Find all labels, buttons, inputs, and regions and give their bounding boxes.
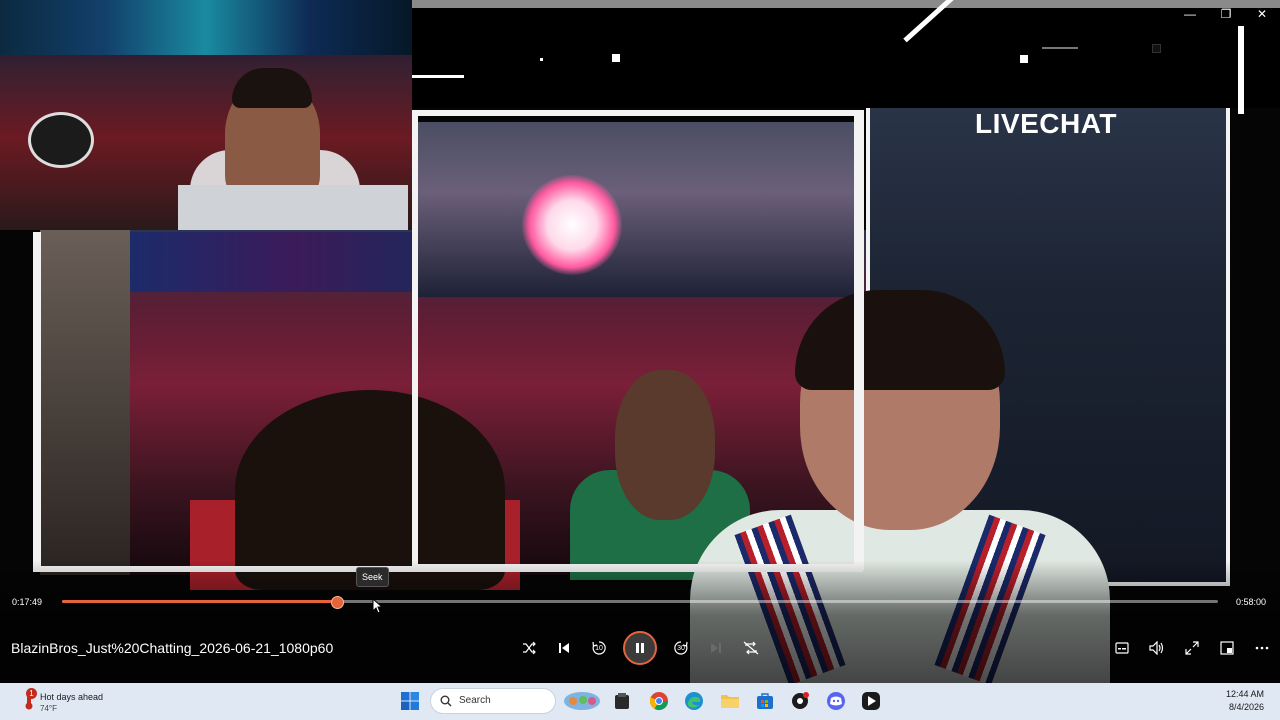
skip-back-button[interactable]: 10 [587, 636, 611, 660]
livechat-title: LIVECHAT [975, 108, 1117, 139]
overlay-dot [1020, 55, 1028, 63]
current-time: 0:17:49 [12, 597, 43, 607]
seek-bar[interactable] [62, 596, 1218, 609]
streamer-webcam [0, 0, 412, 230]
repeat-button[interactable] [739, 636, 763, 660]
seek-tooltip: Seek [356, 567, 389, 587]
game-app-icon [564, 692, 600, 710]
miniplayer-icon [1220, 641, 1234, 655]
chrome-icon [650, 692, 668, 711]
streamer-monitor [178, 185, 408, 230]
search-icon [440, 695, 452, 707]
edge-icon [685, 692, 703, 710]
file-app-icon [615, 693, 629, 709]
skip-forward-label: 30 [677, 644, 685, 652]
overlay-line [540, 58, 543, 61]
overlay-dot [612, 54, 620, 62]
hub-logo [28, 112, 94, 168]
taskbar-edge[interactable] [683, 690, 705, 712]
fullscreen-button[interactable] [1180, 636, 1204, 660]
more-button[interactable] [1250, 636, 1274, 660]
media-player-icon [862, 692, 880, 710]
taskbar-discord[interactable] [825, 690, 847, 712]
search-label: Search [459, 695, 491, 706]
clock-time: 12:44 AM [1225, 689, 1264, 699]
weather-temperature: 74°F [40, 704, 57, 713]
taskbar-store[interactable] [754, 690, 776, 712]
taskbar-app-red[interactable] [789, 690, 811, 712]
discord-icon [827, 692, 845, 710]
window-controls: — ❐ ✕ [1172, 0, 1280, 28]
taskbar-file-app[interactable] [611, 690, 633, 712]
overlay-bar-right [1238, 26, 1244, 114]
overlay-frame-main [412, 110, 864, 570]
taskbar-file-explorer[interactable] [719, 690, 741, 712]
seek-thumb[interactable] [330, 596, 344, 609]
next-button[interactable] [704, 636, 728, 660]
volume-button[interactable] [1145, 636, 1169, 660]
system-clock[interactable]: 12:44 AM 8/4/2026 [1226, 688, 1264, 714]
taskbar-game-app[interactable] [562, 690, 602, 712]
start-button[interactable] [399, 690, 421, 712]
windows-logo-icon [401, 692, 419, 710]
overlay-line [1042, 47, 1078, 49]
media-title: BlazinBros_Just%20Chatting_2026-06-21_10… [11, 640, 334, 656]
store-icon [757, 693, 773, 709]
restore-button[interactable]: ❐ [1208, 0, 1244, 28]
repeat-icon [743, 641, 759, 655]
taskbar-search[interactable]: Search [430, 688, 556, 714]
close-button[interactable]: ✕ [1244, 0, 1280, 28]
pause-button[interactable] [623, 631, 657, 665]
clock-date: 8/4/2026 [1228, 702, 1264, 712]
overlay-top-bar [412, 0, 1280, 8]
minimize-button[interactable]: — [1172, 0, 1208, 28]
weather-widget[interactable]: 1 Hot days ahead 74°F [18, 688, 158, 716]
mouse-cursor-icon [372, 598, 382, 614]
folder-icon [721, 695, 739, 708]
webcam-led-strip [0, 0, 412, 55]
subtitles-button[interactable] [1110, 636, 1134, 660]
pause-icon [636, 643, 644, 653]
skip-forward-button[interactable]: 30 [669, 636, 693, 660]
taskbar-chrome[interactable] [648, 690, 670, 712]
subtitles-icon [1115, 642, 1129, 654]
more-icon [1255, 646, 1269, 650]
total-time: 0:58:00 [1236, 597, 1267, 607]
streamer-hair [232, 68, 312, 108]
volume-icon [1149, 641, 1164, 655]
seek-bar-progress [62, 600, 336, 603]
fullscreen-icon [1185, 641, 1199, 655]
previous-icon [559, 643, 569, 653]
taskbar-media-player[interactable] [860, 690, 882, 712]
shuffle-icon [523, 641, 536, 655]
skip-back-label: 10 [595, 644, 603, 652]
notification-badge: 1 [26, 688, 37, 699]
previous-button[interactable] [552, 636, 576, 660]
next-icon [711, 643, 721, 653]
app-red-icon [792, 692, 809, 709]
shuffle-button[interactable] [517, 636, 541, 660]
miniplayer-button[interactable] [1215, 636, 1239, 660]
weather-title: Hot days ahead [40, 692, 104, 702]
overlay-dot [1152, 44, 1161, 53]
overlay-line [412, 75, 464, 78]
taskbar: 1 Hot days ahead 74°F Search 12:44 AM 8/… [0, 683, 1280, 720]
